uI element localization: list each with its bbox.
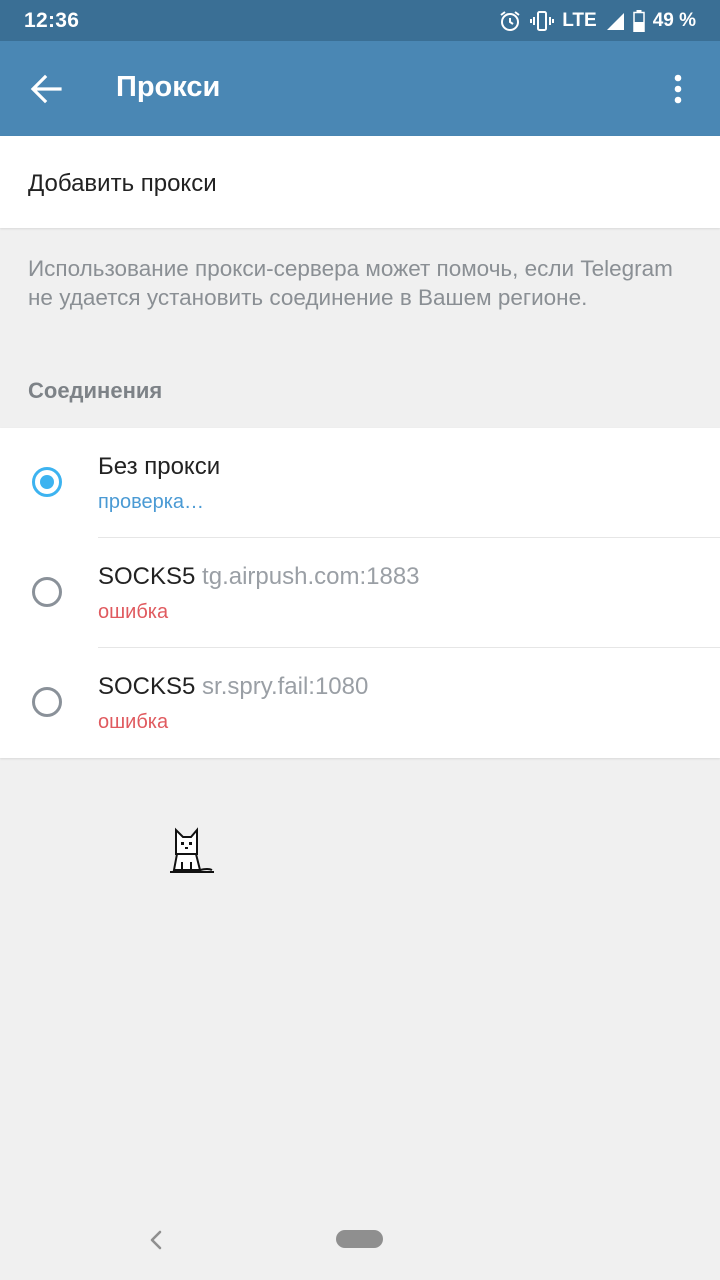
status-time: 12:36 <box>24 8 80 32</box>
nav-back-icon[interactable] <box>146 1228 166 1252</box>
proxy-item-socks5-airpush[interactable]: SOCKS5 tg.airpush.com:1883 ошибка <box>0 538 720 648</box>
proxy-type: SOCKS5 <box>98 563 196 590</box>
proxy-item-socks5-spry[interactable]: SOCKS5 sr.spry.fail:1080 ошибка <box>0 648 720 758</box>
proxy-type: Без прокси <box>98 453 221 480</box>
status-icons: LTE 49 % <box>498 9 696 33</box>
connections-list: Без прокси проверка… SOCKS5 tg.airpush.c… <box>0 428 720 758</box>
home-pill-icon[interactable] <box>336 1230 383 1248</box>
proxy-status: проверка… <box>98 491 205 513</box>
signal-icon <box>605 11 625 31</box>
network-label: LTE <box>562 9 597 31</box>
proxy-title: SOCKS5 sr.spry.fail:1080 <box>98 673 368 701</box>
battery-percent: 49 % <box>652 9 696 31</box>
back-arrow-icon[interactable] <box>26 69 66 109</box>
add-proxy-label: Добавить прокси <box>28 170 217 197</box>
radio-button[interactable] <box>32 577 62 607</box>
cat-sticker-icon <box>166 826 216 876</box>
proxy-address: sr.spry.fail:1080 <box>202 673 369 700</box>
connections-header: Соединения <box>28 378 163 403</box>
proxy-title: Без прокси <box>98 453 220 481</box>
page-title: Прокси <box>116 71 221 103</box>
radio-button-checked[interactable] <box>32 467 62 497</box>
proxy-item-no-proxy[interactable]: Без прокси проверка… <box>0 428 720 538</box>
radio-button[interactable] <box>32 687 62 717</box>
vibrate-icon <box>530 9 555 33</box>
proxy-address: tg.airpush.com:1883 <box>202 563 420 590</box>
battery-icon <box>632 9 645 32</box>
proxy-status: ошибка <box>98 711 169 733</box>
proxy-status: ошибка <box>98 601 169 623</box>
status-bar: 12:36 LTE 49 % <box>0 0 720 41</box>
proxy-type: SOCKS5 <box>98 673 196 700</box>
proxy-info-text: Использование прокси-сервера может помоч… <box>28 256 673 310</box>
alarm-icon <box>498 9 522 33</box>
app-bar: Прокси <box>0 41 720 136</box>
proxy-title: SOCKS5 tg.airpush.com:1883 <box>98 563 420 591</box>
add-proxy-button[interactable]: Добавить прокси <box>0 136 720 228</box>
more-vert-icon[interactable] <box>664 69 692 109</box>
